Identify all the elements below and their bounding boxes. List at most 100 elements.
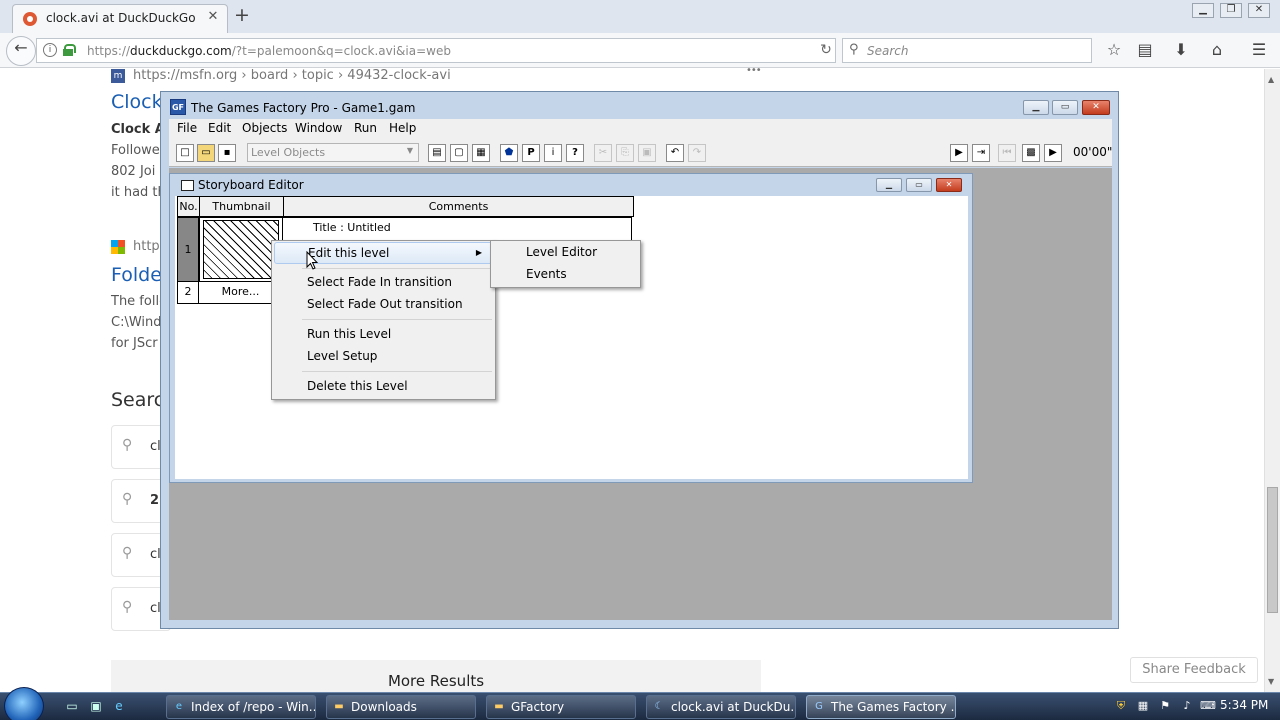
save-icon[interactable]: ▪ — [218, 144, 236, 162]
event-grid-icon[interactable]: ▦ — [472, 144, 490, 162]
result-breadcrumb[interactable]: http — [133, 239, 160, 254]
more-results-button[interactable]: More Results — [111, 660, 761, 692]
level-view-icon[interactable]: ▢ — [450, 144, 468, 162]
downloads-icon[interactable]: ⬇ — [1169, 39, 1193, 63]
menu-help[interactable]: Help — [389, 121, 416, 135]
menu-separator — [302, 268, 492, 269]
menu-item-fade-out[interactable]: Select Fade Out transition — [274, 293, 493, 315]
level-objects-combo[interactable]: Level Objects ▼ — [247, 143, 419, 162]
network-icon[interactable]: ▦ — [1136, 699, 1150, 713]
close-tab-icon[interactable]: ✕ — [205, 9, 221, 25]
language-icon[interactable]: ⌨ — [1200, 699, 1216, 713]
submenu-arrow-icon: ▶ — [475, 248, 482, 257]
volume-icon[interactable]: ♪ — [1180, 699, 1194, 713]
new-file-icon[interactable]: □ — [176, 144, 194, 162]
bookmarks-list-icon[interactable]: ▤ — [1133, 39, 1157, 63]
close-window-button[interactable]: ✕ — [1248, 3, 1270, 18]
taskbar-button[interactable]: ☾ clock.avi at DuckDu... — [646, 695, 796, 719]
menu-item-fade-in[interactable]: Select Fade In transition — [274, 271, 493, 293]
menu-item-run-level[interactable]: Run this Level — [274, 323, 493, 345]
menu-item-level-editor[interactable]: Level Editor — [493, 241, 638, 263]
taskbar-button[interactable]: ▬ Downloads — [326, 695, 476, 719]
level-number[interactable]: 2 — [177, 282, 199, 304]
chevron-down-icon[interactable]: ▼ — [403, 146, 417, 159]
menu-bar: File Edit Objects Window Run Help — [169, 119, 1112, 139]
result-title[interactable]: Clock — [111, 91, 163, 113]
play-icon[interactable]: ▶ — [1044, 144, 1062, 162]
internet-explorer-icon[interactable]: e — [111, 698, 127, 714]
close-button[interactable]: ✕ — [1082, 100, 1110, 115]
close-button[interactable]: ✕ — [936, 178, 962, 192]
copy-icon[interactable]: ⎘ — [616, 144, 634, 162]
taskbar-button[interactable]: ▬ GFactory — [486, 695, 636, 719]
menu-item-level-setup[interactable]: Level Setup — [274, 345, 493, 367]
menu-file[interactable]: File — [177, 121, 197, 135]
menu-item-delete-level[interactable]: Delete this Level — [274, 375, 493, 397]
taskbar-button-active[interactable]: G The Games Factory ... — [806, 695, 956, 719]
result-snippet-line: 802 Joi — [111, 164, 156, 179]
storyboard-view-icon[interactable]: ▤ — [428, 144, 446, 162]
home-icon[interactable]: ⌂ — [1205, 39, 1229, 63]
menu-run[interactable]: Run — [354, 121, 377, 135]
search-placeholder: Search — [867, 44, 909, 58]
minimize-button[interactable]: ▁ — [876, 178, 902, 192]
show-desktop-icon[interactable]: ▭ — [64, 698, 80, 714]
taskbar-button[interactable]: e Index of /repo - Win... — [166, 695, 316, 719]
info-icon[interactable]: i — [43, 43, 57, 57]
menu-window[interactable]: Window — [295, 121, 342, 135]
result-title[interactable]: Folde — [111, 264, 162, 286]
shape-icon[interactable]: ⬟ — [500, 144, 518, 162]
start-button[interactable] — [4, 687, 44, 720]
previous-frame-icon[interactable]: ⏮ — [998, 144, 1016, 162]
window-title: The Games Factory Pro - Game1.gam — [191, 101, 416, 115]
back-button[interactable]: ← — [6, 36, 36, 66]
scroll-down-icon[interactable]: ▼ — [1268, 677, 1274, 686]
run-application-icon[interactable]: ▶ — [950, 144, 968, 162]
more-options-icon[interactable]: ••• — [746, 65, 762, 76]
open-folder-icon[interactable]: ▭ — [197, 144, 215, 162]
column-header-no: No. — [177, 196, 200, 217]
help-icon[interactable]: ? — [566, 144, 584, 162]
menu-item-events[interactable]: Events — [493, 263, 638, 285]
paste-icon[interactable]: ▣ — [638, 144, 656, 162]
page-scrollbar[interactable]: ▲ ▼ — [1264, 69, 1280, 692]
browser-tab[interactable]: clock.avi at DuckDuckGo ✕ — [12, 4, 228, 33]
url-text[interactable]: https://duckduckgo.com/?t=palemoon&q=clo… — [87, 44, 451, 58]
menu-objects[interactable]: Objects — [242, 121, 287, 135]
new-tab-button[interactable]: + — [232, 6, 252, 26]
minimize-button[interactable]: ▁ — [1192, 3, 1214, 18]
share-feedback-button[interactable]: Share Feedback — [1130, 657, 1258, 683]
system-clock[interactable]: 5:34 PM — [1220, 698, 1268, 712]
run-level-icon[interactable]: ⇥ — [972, 144, 990, 162]
level-number[interactable]: 1 — [177, 217, 199, 282]
properties-icon[interactable]: P — [522, 144, 540, 162]
mouse-cursor-icon — [306, 251, 319, 270]
scrollbar-thumb[interactable] — [1267, 487, 1278, 613]
url-bar[interactable]: i https://duckduckgo.com/?t=palemoon&q=c… — [36, 38, 836, 63]
games-factory-icon: GF — [170, 99, 186, 115]
restore-button[interactable]: ❐ — [1220, 3, 1242, 18]
menu-separator — [302, 371, 492, 372]
security-icon[interactable]: ⛨ — [1114, 699, 1128, 713]
flag-icon[interactable]: ⚑ — [1158, 699, 1172, 713]
search-input[interactable]: ⚲ Search — [842, 38, 1092, 63]
switch-windows-icon[interactable]: ▣ — [88, 698, 104, 714]
reload-icon[interactable]: ↻ — [817, 42, 835, 60]
clapboard-icon[interactable]: ▩ — [1022, 144, 1040, 162]
bookmark-star-icon[interactable]: ☆ — [1102, 39, 1126, 63]
pale-moon-icon: ☾ — [654, 701, 664, 712]
minimize-button[interactable]: ▁ — [1023, 100, 1049, 115]
menu-edit[interactable]: Edit — [208, 121, 231, 135]
search-icon: ⚲ — [122, 437, 133, 453]
cut-icon[interactable]: ✂ — [594, 144, 612, 162]
info-icon[interactable]: i — [544, 144, 562, 162]
scroll-up-icon[interactable]: ▲ — [1268, 75, 1274, 84]
menu-icon[interactable]: ☰ — [1247, 39, 1271, 63]
result-breadcrumb[interactable]: https://msfn.org › board › topic › 49432… — [133, 68, 451, 83]
redo-icon[interactable]: ↷ — [688, 144, 706, 162]
search-icon: ⚲ — [849, 42, 859, 57]
maximize-button[interactable]: ▭ — [1052, 100, 1078, 115]
maximize-button[interactable]: ▭ — [906, 178, 932, 192]
undo-icon[interactable]: ↶ — [666, 144, 684, 162]
windows-favicon — [111, 240, 125, 254]
